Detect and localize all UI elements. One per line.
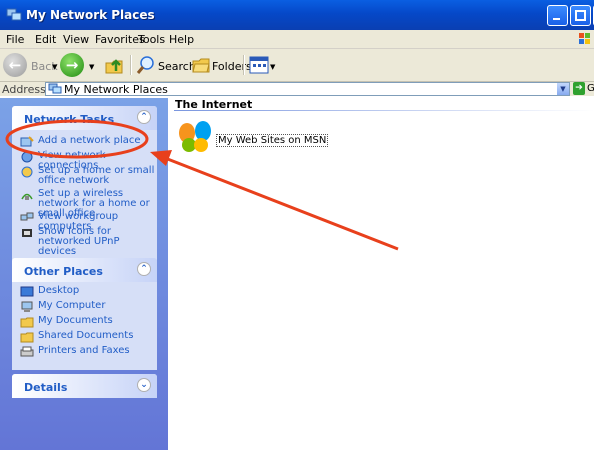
address-dropdown-icon[interactable]: ▼ (557, 83, 569, 95)
network-places-icon (6, 8, 22, 21)
place-my-computer[interactable]: My Computer (20, 301, 155, 312)
go-button[interactable]: Go (587, 83, 594, 94)
minimize-button[interactable] (547, 5, 568, 26)
msn-butterfly-icon[interactable] (177, 119, 213, 155)
place-my-documents[interactable]: My Documents (20, 316, 155, 328)
network-tasks-title: Network Tasks (24, 113, 115, 126)
address-value: My Network Places (64, 83, 168, 96)
printers-icon (20, 346, 34, 357)
task-upnp-devices[interactable]: Show icons for networked UPnP devices (20, 227, 155, 257)
desktop-icon (20, 286, 34, 297)
task-add-network-place[interactable]: Add a network place (20, 136, 155, 147)
toolbar-separator (243, 55, 245, 75)
back-button[interactable]: ← (3, 53, 27, 77)
forward-arrow-icon: → (65, 56, 79, 74)
workgroup-icon (20, 212, 34, 221)
details-panel: Details ⌄ (12, 374, 157, 398)
menu-bar: File Edit View Favorites Tools Help (0, 30, 594, 49)
minimize-icon (553, 18, 560, 20)
network-connections-icon (21, 151, 33, 163)
search-icon[interactable] (136, 55, 156, 75)
menu-tools[interactable]: Tools (138, 33, 165, 46)
add-network-place-icon (20, 136, 34, 147)
back-dropdown-icon[interactable]: ▼ (52, 63, 57, 71)
address-label: Address (2, 83, 46, 96)
maximize-button[interactable] (570, 5, 591, 26)
task-home-network[interactable]: Set up a home or small office network (20, 166, 155, 186)
expand-icon[interactable]: ⌄ (137, 378, 151, 392)
collapse-icon[interactable]: ⌃ (137, 110, 151, 124)
maximize-icon (575, 10, 586, 21)
address-bar: Address My Network Places ▼ ➔ Go (0, 82, 594, 96)
shared-documents-icon (20, 332, 34, 343)
collapse-icon[interactable]: ⌃ (137, 262, 151, 276)
my-documents-icon (20, 317, 34, 328)
group-divider (174, 110, 594, 111)
annotation-arrow-line (164, 156, 399, 251)
other-places-panel: Other Places ⌃ Desktop My Computer My Do… (12, 258, 157, 370)
forward-button[interactable]: → (60, 53, 84, 77)
address-input[interactable]: My Network Places ▼ (45, 82, 570, 96)
other-places-title: Other Places (24, 265, 103, 278)
upnp-icon (22, 229, 32, 237)
home-network-icon (21, 166, 33, 178)
place-desktop[interactable]: Desktop (20, 286, 155, 297)
menu-help[interactable]: Help (169, 33, 194, 46)
window-title: My Network Places (26, 8, 155, 22)
network-tasks-header[interactable]: Network Tasks ⌃ (12, 106, 157, 130)
network-places-icon (48, 83, 62, 94)
menu-edit[interactable]: Edit (35, 33, 56, 46)
other-places-header[interactable]: Other Places ⌃ (12, 258, 157, 282)
folders-button[interactable]: Folders (212, 60, 252, 73)
my-computer-icon (21, 301, 33, 312)
toolbar-separator (130, 55, 132, 75)
wireless-network-icon (21, 193, 33, 200)
views-dropdown-icon[interactable]: ▼ (270, 63, 275, 71)
title-bar: My Network Places (0, 0, 594, 30)
windows-logo-icon (579, 33, 590, 44)
folders-icon[interactable] (191, 55, 211, 75)
menu-file[interactable]: File (6, 33, 24, 46)
forward-dropdown-icon[interactable]: ▼ (89, 63, 94, 71)
place-shared-documents[interactable]: Shared Documents (20, 331, 155, 343)
msn-web-sites-item[interactable]: My Web Sites on MSN (216, 134, 329, 147)
toolbar: ← Back ▼ → ▼ Search Folders ▼ (0, 49, 594, 82)
back-arrow-icon: ← (8, 56, 22, 74)
views-icon[interactable] (249, 56, 269, 74)
up-folder-icon[interactable] (104, 55, 124, 75)
menu-view[interactable]: View (63, 33, 89, 46)
network-tasks-panel: Network Tasks ⌃ Add a network place View… (12, 106, 157, 260)
task-pane: Network Tasks ⌃ Add a network place View… (0, 98, 168, 450)
go-arrow-icon[interactable]: ➔ (573, 82, 585, 95)
details-title: Details (24, 381, 68, 394)
details-header[interactable]: Details ⌄ (12, 374, 157, 398)
place-printers-faxes[interactable]: Printers and Faxes (20, 346, 155, 357)
